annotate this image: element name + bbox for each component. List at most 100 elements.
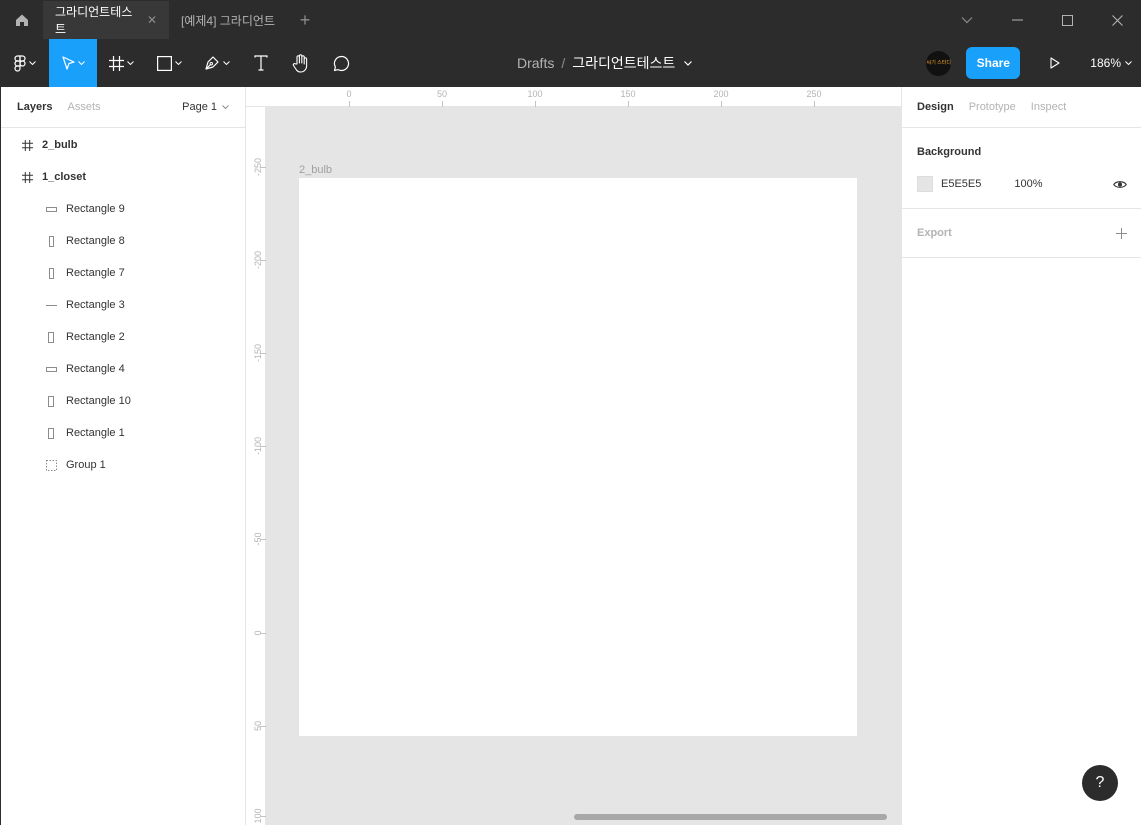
zoom-menu-button[interactable]: 186% <box>1090 56 1132 70</box>
pen-tool-button[interactable] <box>193 39 241 87</box>
chevron-down-icon <box>77 61 85 65</box>
avatar[interactable]: 씨기 스터디 <box>926 50 952 76</box>
comment-tool-button[interactable] <box>321 39 361 87</box>
tab-example-file[interactable]: [예제4] 그라디언트 <box>169 1 287 39</box>
frame-label[interactable]: 2_bulb <box>299 164 332 176</box>
canvas[interactable]: 2_bulb <box>266 107 901 825</box>
pen-icon <box>205 56 219 70</box>
layer-name: Rectangle 4 <box>66 363 125 375</box>
tab-design[interactable]: Design <box>917 101 954 113</box>
cursor-arrow-icon <box>61 56 75 70</box>
rectangle-vertical-icon <box>48 395 54 407</box>
layer-item[interactable]: Group 1 <box>1 449 245 481</box>
close-icon <box>1111 14 1123 26</box>
chevron-down-icon <box>222 105 229 109</box>
layer-item[interactable]: 1_closet <box>1 161 245 193</box>
play-icon <box>1050 57 1060 69</box>
chevron-down-icon <box>174 61 182 65</box>
left-panel-tabs: Layers Assets Page 1 <box>1 87 245 128</box>
ruler-label: 250 <box>806 89 822 99</box>
file-name[interactable]: 그라디언트테스트 <box>572 53 675 73</box>
rectangle-vertical-icon <box>48 331 54 343</box>
layer-name: 1_closet <box>42 171 87 183</box>
figma-window: 그라디언트테스트 ✕ [예제4] 그라디언트 + Drafts / 그라디언트테… <box>0 0 1141 825</box>
background-opacity-input[interactable]: 100% <box>1014 178 1042 190</box>
export-row: Export <box>917 209 1127 257</box>
group-dashed-icon <box>45 459 57 471</box>
new-tab-button[interactable]: + <box>287 1 323 39</box>
comment-icon <box>333 55 349 71</box>
layer-name: 2_bulb <box>42 139 78 151</box>
layer-item[interactable]: Rectangle 3 <box>1 289 245 321</box>
layer-item[interactable]: Rectangle 8 <box>1 225 245 257</box>
zoom-level: 186% <box>1090 56 1121 70</box>
background-color-swatch[interactable] <box>917 176 933 192</box>
close-window-button[interactable] <box>1092 1 1141 39</box>
frame-hash-icon <box>21 139 33 151</box>
ruler-label: 200 <box>713 89 729 99</box>
minimize-button[interactable] <box>992 1 1042 39</box>
layer-item[interactable]: 2_bulb <box>1 129 245 161</box>
layer-name: Rectangle 3 <box>66 299 125 311</box>
frame-tool-button[interactable] <box>97 39 145 87</box>
maximize-icon <box>1061 14 1073 26</box>
tab-prototype[interactable]: Prototype <box>969 101 1016 113</box>
layer-item[interactable]: Rectangle 9 <box>1 193 245 225</box>
line-icon <box>45 304 57 306</box>
home-button[interactable] <box>1 1 43 39</box>
ruler-label: 50 <box>436 89 448 99</box>
tab-active-file[interactable]: 그라디언트테스트 ✕ <box>43 1 169 39</box>
present-button[interactable] <box>1040 39 1070 87</box>
visibility-toggle[interactable] <box>1113 180 1127 189</box>
chevron-down-icon <box>961 17 973 24</box>
move-tool-button[interactable] <box>49 39 97 87</box>
figma-logo-icon <box>14 54 26 72</box>
tab-close-icon[interactable]: ✕ <box>147 13 157 27</box>
background-hex-input[interactable]: E5E5E5 <box>941 178 981 190</box>
share-button[interactable]: Share <box>966 47 1021 79</box>
layer-name: Rectangle 2 <box>66 331 125 343</box>
maximize-button[interactable] <box>1042 1 1092 39</box>
window-controls <box>942 1 1141 39</box>
chevron-down-icon <box>223 61 230 65</box>
rectangle-vertical-icon <box>48 235 54 247</box>
plus-icon[interactable] <box>1116 227 1127 239</box>
ruler-horizontal: 0 50 100 150 200 250 <box>246 87 901 107</box>
layer-item[interactable]: Rectangle 4 <box>1 353 245 385</box>
layer-item[interactable]: Rectangle 2 <box>1 321 245 353</box>
tab-dropdown-button[interactable] <box>942 1 992 39</box>
tab-label: 그라디언트테스트 <box>55 5 133 36</box>
hand-tool-button[interactable] <box>281 39 321 87</box>
chevron-down-icon <box>1125 61 1132 65</box>
export-section: Export <box>902 209 1141 258</box>
text-tool-button[interactable] <box>241 39 281 87</box>
layer-item[interactable]: Rectangle 1 <box>1 417 245 449</box>
main-menu-button[interactable] <box>1 39 49 87</box>
layer-name: Rectangle 7 <box>66 267 125 279</box>
hand-icon <box>292 53 308 73</box>
background-title: Background <box>917 146 982 158</box>
page-label: Page 1 <box>182 101 217 113</box>
rectangle-horizontal-icon <box>45 206 57 212</box>
chevron-down-icon[interactable] <box>684 60 693 66</box>
frame-2-bulb[interactable] <box>299 178 857 736</box>
tab-assets[interactable]: Assets <box>67 101 100 113</box>
breadcrumb: Drafts / 그라디언트테스트 <box>517 39 693 87</box>
layers-panel: Layers Assets Page 1 2_bulb 1_closet Rec… <box>1 87 246 825</box>
chevron-down-icon <box>29 61 36 65</box>
page-selector[interactable]: Page 1 <box>182 101 229 113</box>
layer-name: Rectangle 1 <box>66 427 125 439</box>
tab-layers[interactable]: Layers <box>17 101 52 113</box>
layer-item[interactable]: Rectangle 10 <box>1 385 245 417</box>
title-bar: 그라디언트테스트 ✕ [예제4] 그라디언트 + <box>1 1 1141 39</box>
breadcrumb-separator: / <box>561 55 566 71</box>
shape-tool-button[interactable] <box>145 39 193 87</box>
breadcrumb-drafts-link[interactable]: Drafts <box>517 55 554 71</box>
home-icon <box>16 14 28 26</box>
tab-label: [예제4] 그라디언트 <box>181 13 275 28</box>
help-button[interactable]: ? <box>1082 765 1118 801</box>
tab-inspect[interactable]: Inspect <box>1031 101 1066 113</box>
eye-icon <box>1113 180 1127 188</box>
horizontal-scrollbar[interactable] <box>574 814 887 820</box>
layer-item[interactable]: Rectangle 7 <box>1 257 245 289</box>
